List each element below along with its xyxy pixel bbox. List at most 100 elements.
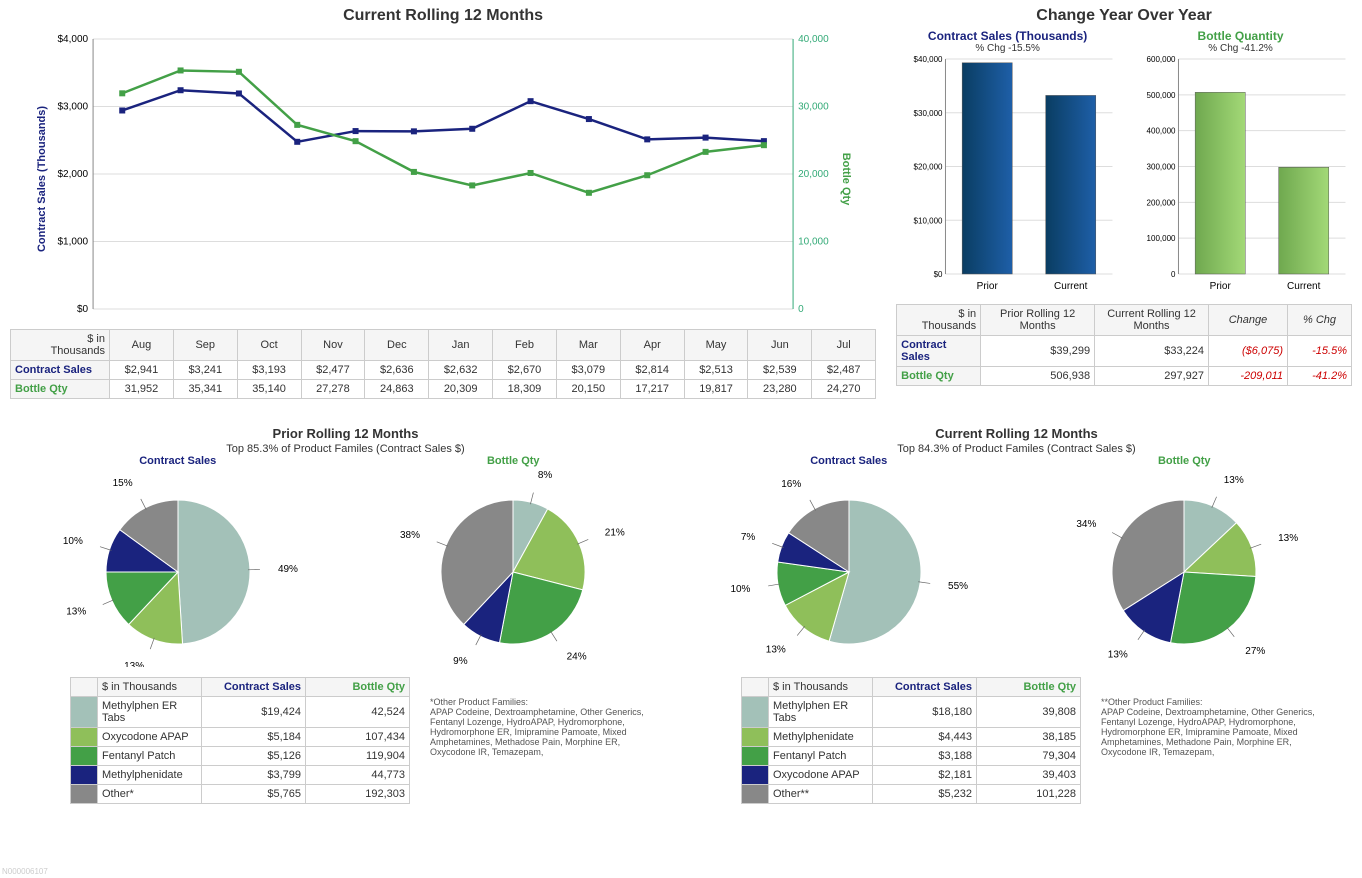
svg-text:400,000: 400,000 [1147,127,1176,136]
svg-text:15%: 15% [112,478,132,489]
cell: $5,232 [873,785,977,804]
cell: 24,270 [812,380,876,399]
month-h: Oct [237,330,301,361]
swatch [742,785,769,804]
cell: 18,309 [493,380,557,399]
prior-sub: Top 85.3% of Product Familes (Contract S… [10,443,681,455]
month-h: Feb [493,330,557,361]
cell: $33,224 [1095,336,1209,367]
svg-text:Prior: Prior [977,281,999,292]
swatch [742,747,769,766]
swatch [742,697,769,728]
yoy-bq-chart: Bottle Quantity % Chg -41.2% 0100,000200… [1129,29,1352,294]
cell: Fentanyl Patch [769,747,873,766]
cell: $2,941 [110,361,174,380]
svg-text:7%: 7% [741,532,756,543]
cell: 20,150 [556,380,620,399]
cell: $5,765 [202,785,306,804]
prior-product-table: $ in ThousandsContract SalesBottle Qty M… [70,677,410,804]
month-h: Apr [620,330,684,361]
col-h: $ in Thousands [98,678,202,697]
cell: Other** [769,785,873,804]
current-cs-pie: Contract Sales 55%13%10%7%16% [719,455,979,667]
pie-title: Bottle Qty [1054,455,1314,467]
cell: 79,304 [977,747,1081,766]
svg-text:9%: 9% [453,656,468,667]
yoy-cs-title: Contract Sales (Thousands) [896,29,1119,43]
table-row: Other*$5,765192,303 [71,785,410,804]
cell: 101,228 [977,785,1081,804]
svg-text:38%: 38% [400,530,420,541]
row-label: Bottle Qty [897,367,981,386]
svg-text:27%: 27% [1246,646,1266,657]
cell: 297,927 [1095,367,1209,386]
svg-text:Current: Current [1054,281,1088,292]
cell: Oxycodone APAP [769,766,873,785]
cell: $2,636 [365,361,429,380]
table-row: Fentanyl Patch$5,126119,904 [71,747,410,766]
svg-text:$3,000: $3,000 [57,102,88,113]
svg-text:55%: 55% [948,581,968,592]
page-id: N000006107 [2,867,48,876]
table-row: Other**$5,232101,228 [742,785,1081,804]
svg-text:21%: 21% [605,527,625,538]
cell: $2,487 [812,361,876,380]
rolling12-chart: $00$1,00010,000$2,00020,000$3,00030,000$… [10,29,876,329]
cell: 119,904 [306,747,410,766]
svg-text:49%: 49% [278,564,298,575]
current-bq-pie: Bottle Qty 13%13%27%13%34% [1054,455,1314,667]
svg-text:0: 0 [798,304,804,315]
cell: $18,180 [873,697,977,728]
cell: 19,817 [684,380,748,399]
svg-text:Bottle Qty: Bottle Qty [840,153,852,206]
table-row: Oxycodone APAP$5,184107,434 [71,728,410,747]
cell: Methylphenidate [769,728,873,747]
swatch [71,697,98,728]
cell: $39,299 [981,336,1095,367]
table-row: Methylphenidate$3,79944,773 [71,766,410,785]
svg-text:10%: 10% [730,584,750,595]
unit-note: $ in Thousands [897,305,981,336]
cell: Fentanyl Patch [98,747,202,766]
col-h: Prior Rolling 12 Months [981,305,1095,336]
svg-text:$30,000: $30,000 [914,109,943,118]
col-h: Bottle Qty [977,678,1081,697]
cell: 506,938 [981,367,1095,386]
cell: $3,188 [873,747,977,766]
swatch [742,766,769,785]
cell: Methylphen ER Tabs [98,697,202,728]
col-h: Contract Sales [202,678,306,697]
cell: $4,443 [873,728,977,747]
svg-text:34%: 34% [1077,519,1097,530]
svg-text:$40,000: $40,000 [914,55,943,64]
cell: 23,280 [748,380,812,399]
cell: 38,185 [977,728,1081,747]
svg-text:$10,000: $10,000 [914,216,943,225]
cell: 17,217 [620,380,684,399]
yoy-cs-chart: Contract Sales (Thousands) % Chg -15.5% … [896,29,1119,294]
svg-text:16%: 16% [781,479,801,490]
svg-text:8%: 8% [538,470,553,481]
col-h: Contract Sales [873,678,977,697]
cell: Methylphen ER Tabs [769,697,873,728]
svg-text:300,000: 300,000 [1147,163,1176,172]
cell: 20,309 [429,380,493,399]
cell: 31,952 [110,380,174,399]
month-h: Jul [812,330,876,361]
svg-text:13%: 13% [1224,475,1244,486]
cell: $2,181 [873,766,977,785]
svg-text:0: 0 [1171,270,1176,279]
month-h: Mar [556,330,620,361]
cell: 35,140 [237,380,301,399]
svg-text:Contract Sales (Thousands): Contract Sales (Thousands) [36,106,48,252]
pie-title: Bottle Qty [383,455,643,467]
bottle-label: Bottle Qty [11,380,110,399]
svg-text:$2,000: $2,000 [57,169,88,180]
swatch [71,728,98,747]
month-h: Dec [365,330,429,361]
table-row: Oxycodone APAP$2,18139,403 [742,766,1081,785]
cell: 192,303 [306,785,410,804]
cell: 107,434 [306,728,410,747]
cell: ($6,075) [1209,336,1288,367]
svg-text:500,000: 500,000 [1147,91,1176,100]
